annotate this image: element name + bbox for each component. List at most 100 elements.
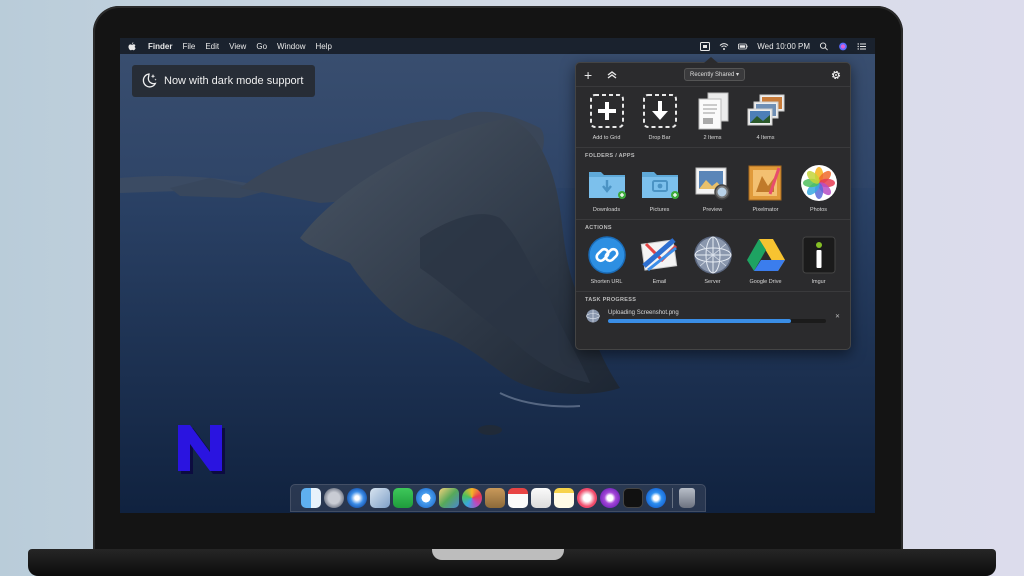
tile-label: 4 Items — [756, 135, 775, 141]
apple-logo-icon[interactable] — [128, 41, 136, 51]
tile-label: Shorten URL — [590, 279, 623, 285]
pictures-folder-icon — [641, 172, 679, 199]
menu-help[interactable]: Help — [315, 42, 331, 51]
tile-label: Pictures — [649, 207, 670, 213]
link-icon — [587, 236, 626, 274]
music-dock-icon[interactable] — [577, 488, 597, 508]
upload-server-icon — [586, 309, 600, 323]
n-logo-watermark — [178, 425, 225, 474]
notes-dock-icon[interactable] — [554, 488, 574, 508]
server-tile[interactable]: Server — [686, 235, 739, 285]
progress-track — [608, 318, 826, 323]
photos-dock-icon[interactable] — [462, 488, 482, 508]
app-store-dock-icon[interactable] — [646, 488, 666, 508]
dropzone-menubar-icon[interactable] — [700, 41, 711, 51]
mail-dock-icon[interactable] — [370, 488, 390, 508]
documents-icon — [698, 92, 728, 130]
tile-label: Pixelmator — [752, 207, 779, 213]
laptop-notch — [432, 549, 564, 560]
server-icon — [693, 236, 732, 274]
wifi-icon[interactable] — [719, 42, 729, 51]
cancel-task-button[interactable]: ✕ — [835, 313, 840, 320]
menu-go[interactable]: Go — [256, 42, 267, 51]
tile-label: Imgur — [811, 279, 826, 285]
add-button[interactable]: + — [584, 67, 598, 83]
pixelmator-app-tile[interactable]: Pixelmator — [739, 163, 792, 213]
actions-row: Shorten URL Email Server Google Drive Im… — [576, 231, 850, 285]
dock-separator — [672, 488, 673, 508]
trash-dock-icon[interactable] — [679, 488, 695, 508]
menu-clock[interactable]: Wed 10:00 PM — [757, 42, 810, 51]
safari-dock-icon[interactable] — [347, 488, 367, 508]
folders-section-title: FOLDERS / APPS — [585, 153, 635, 159]
calendar-dock-icon[interactable] — [508, 488, 528, 508]
four-items-tile[interactable]: 4 Items — [739, 91, 792, 141]
contacts-dock-icon[interactable] — [485, 488, 505, 508]
folders-row: Downloads Pictures Preview Pixelmator Ph… — [576, 159, 850, 213]
tile-label: Server — [704, 279, 721, 285]
drop-bar-tile[interactable]: Drop Bar — [633, 91, 686, 141]
imgur-tile[interactable]: Imgur — [792, 235, 845, 285]
menu-file[interactable]: File — [182, 42, 195, 51]
google-drive-icon — [746, 239, 785, 271]
menu-app-name[interactable]: Finder — [148, 42, 172, 51]
task-label: Uploading Screenshot.png — [608, 309, 679, 316]
podcasts-dock-icon[interactable] — [600, 488, 620, 508]
reminders-dock-icon[interactable] — [531, 488, 551, 508]
pixelmator-app-icon — [748, 165, 781, 201]
progress-fill — [608, 318, 792, 323]
tile-label: Photos — [809, 207, 828, 213]
launchpad-dock-icon[interactable] — [324, 488, 344, 508]
download-dashed-icon — [642, 94, 677, 128]
spotlight-search-icon[interactable] — [819, 41, 829, 51]
dropzone-panel: + Recently Shared ▾ Add to Grid Drop Bar… — [575, 57, 851, 350]
battery-icon[interactable] — [738, 42, 748, 51]
notification-center-icon[interactable] — [857, 42, 867, 51]
badge-text: Now with dark mode support — [164, 75, 304, 87]
facetime-dock-icon[interactable] — [393, 488, 413, 508]
desktop-screen: Finder File Edit View Go Window Help Wed… — [120, 38, 875, 513]
photos-app-tile[interactable]: Photos — [792, 163, 845, 213]
panel-header: + Recently Shared ▾ — [576, 63, 850, 87]
shorten-url-tile[interactable]: Shorten URL — [580, 235, 633, 285]
task-row: Uploading Screenshot.png ✕ — [576, 303, 850, 323]
collapse-chevron-icon[interactable] — [606, 69, 618, 81]
imgur-icon — [802, 236, 835, 274]
preview-app-icon — [695, 167, 730, 200]
dark-mode-badge: Now with dark mode support — [132, 65, 316, 97]
email-icon — [640, 238, 677, 272]
recently-shared-dropdown[interactable]: Recently Shared ▾ — [684, 68, 746, 81]
downloads-folder-icon — [588, 172, 626, 199]
tile-label: Drop Bar — [648, 135, 671, 141]
tile-label: Downloads — [592, 207, 621, 213]
apple-tv-dock-icon[interactable] — [623, 488, 643, 508]
photos-stack-icon — [747, 94, 784, 126]
task-progress-title: TASK PROGRESS — [585, 297, 637, 303]
tile-label: Add to Grid — [592, 135, 621, 141]
pictures-folder-tile[interactable]: Pictures — [633, 163, 686, 213]
menu-bar: Finder File Edit View Go Window Help Wed… — [120, 38, 875, 54]
google-drive-tile[interactable]: Google Drive — [739, 235, 792, 285]
tile-label: Preview — [702, 207, 723, 213]
email-tile[interactable]: Email — [633, 235, 686, 285]
actions-section-title: ACTIONS — [585, 225, 612, 231]
moon-sparkle-icon — [142, 73, 157, 88]
tile-label: 2 Items — [703, 135, 722, 141]
gear-icon[interactable] — [830, 69, 842, 81]
messages-dock-icon[interactable] — [416, 488, 436, 508]
add-to-grid-tile[interactable]: Add to Grid — [580, 91, 633, 141]
menu-window[interactable]: Window — [277, 42, 305, 51]
siri-icon[interactable] — [838, 42, 848, 51]
two-items-tile[interactable]: 2 Items — [686, 91, 739, 141]
preview-app-tile[interactable]: Preview — [686, 163, 739, 213]
dock — [290, 484, 706, 512]
photos-app-icon — [800, 165, 837, 201]
maps-dock-icon[interactable] — [439, 488, 459, 508]
menu-view[interactable]: View — [229, 42, 246, 51]
tile-label: Google Drive — [749, 279, 782, 285]
tile-label: Email — [652, 279, 667, 285]
downloads-folder-tile[interactable]: Downloads — [580, 163, 633, 213]
finder-dock-icon[interactable] — [301, 488, 321, 508]
menu-edit[interactable]: Edit — [205, 42, 219, 51]
plus-dashed-icon — [589, 94, 624, 128]
